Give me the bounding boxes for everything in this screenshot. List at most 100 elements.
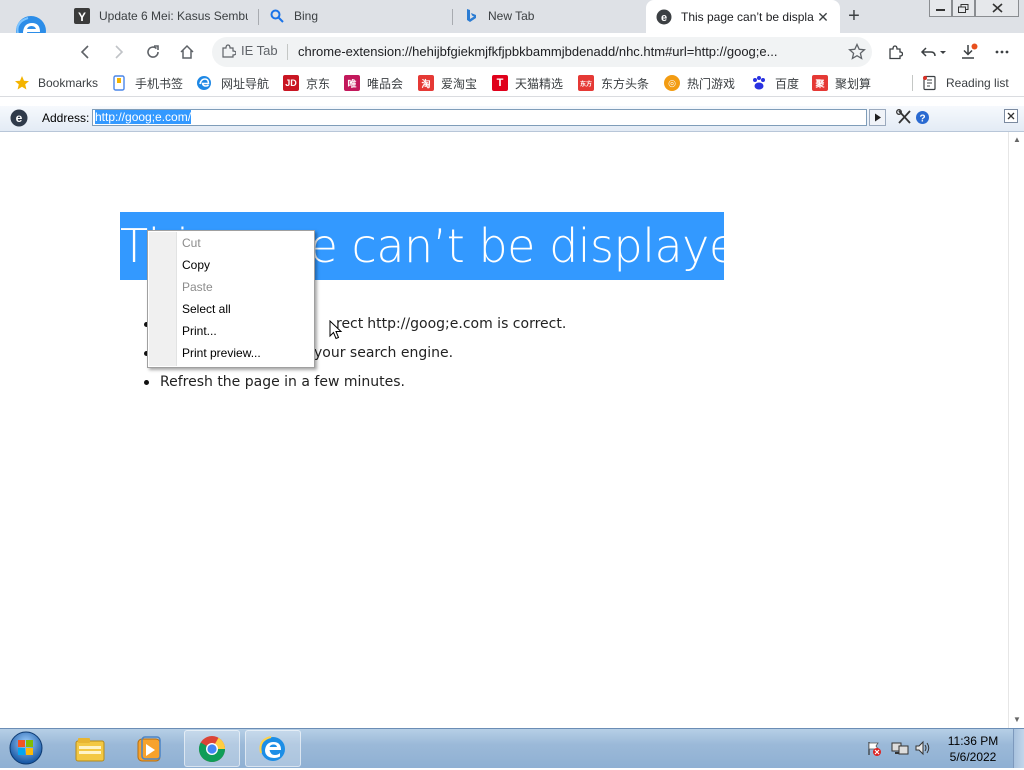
svg-text:Y: Y (78, 10, 86, 24)
tab-bing[interactable]: Bing (259, 0, 452, 32)
ie-go-button[interactable] (869, 109, 886, 126)
bookmark-label: 手机书签 (135, 76, 184, 91)
edge-icon (197, 76, 211, 90)
bullet-text: http://goog;e.com is correct. (367, 316, 567, 332)
context-menu-cut[interactable]: Cut (182, 232, 201, 254)
ie-icon (259, 735, 285, 761)
chrome-icon (198, 735, 226, 762)
tab-yahoo-news[interactable]: Y Update 6 Mei: Kasus Sembu (64, 0, 258, 32)
juhuasuan-icon: 聚 (812, 75, 828, 91)
bookmark-star-button[interactable] (845, 40, 869, 64)
tmall-icon: T (492, 75, 508, 91)
vip-icon: 唯 (344, 75, 360, 91)
menu-button[interactable] (990, 40, 1014, 64)
bookmark-url-nav[interactable]: 网址导航 (196, 73, 269, 93)
taskbar-ie[interactable] (245, 730, 301, 767)
home-button[interactable] (175, 40, 199, 64)
context-menu-print[interactable]: Print... (182, 320, 217, 342)
bookmark-label: 网址导航 (221, 76, 270, 91)
context-menu-gutter (149, 232, 177, 366)
system-clock[interactable]: 11:36 PM 5/6/2022 (938, 733, 1008, 765)
help-icon: ? (916, 111, 929, 125)
bookmark-mobile-bookmarks[interactable]: 手机书签 (112, 73, 183, 93)
undo-icon (920, 47, 946, 57)
close-window-button[interactable] (975, 0, 1019, 17)
context-menu-print-preview[interactable]: Print preview... (182, 342, 261, 364)
extensions-button[interactable] (883, 40, 907, 64)
vertical-scrollbar[interactable]: ▲ ▼ (1008, 132, 1024, 728)
bookmark-label: 唯品会 (367, 76, 404, 91)
svg-text:e: e (16, 111, 23, 125)
context-menu-paste[interactable]: Paste (182, 276, 213, 298)
error-bullet-refresh: Refresh the page in a few minutes. (144, 374, 405, 390)
reload-button[interactable] (141, 40, 165, 64)
new-tab-button[interactable]: + (844, 6, 864, 26)
tray-network-icon[interactable] (891, 740, 909, 759)
scroll-down-arrow-icon[interactable]: ▼ (1009, 714, 1024, 726)
bookmark-bookmarks[interactable]: Bookmarks (14, 73, 98, 93)
bookmark-juhuasuan[interactable]: 聚 聚划算 (812, 73, 871, 93)
bookmark-baidu[interactable]: 百度 (751, 73, 799, 93)
taskbar-chrome[interactable] (184, 730, 240, 767)
star-icon (15, 76, 29, 90)
restore-button[interactable] (952, 0, 975, 17)
scroll-up-arrow-icon[interactable]: ▲ (1009, 134, 1024, 146)
bing-icon (463, 8, 479, 24)
bookmark-dongfang[interactable]: 东方 东方头条 (578, 73, 649, 93)
bookmark-label: 聚划算 (835, 76, 872, 91)
minimize-button[interactable] (929, 0, 952, 17)
ie-address-value: http://goog;e.com/ (95, 110, 192, 124)
tab-title: New Tab (488, 9, 535, 23)
show-desktop-button[interactable] (1013, 729, 1024, 768)
bookmark-label: 京东 (306, 76, 331, 91)
tab-title: Bing (294, 9, 319, 23)
taskbar-explorer[interactable] (62, 730, 118, 767)
extensions-icon (889, 45, 903, 60)
back-button[interactable] (73, 40, 97, 64)
search-icon (269, 8, 285, 24)
bookmark-label: 天猫精选 (515, 76, 564, 91)
tab-close-icon[interactable]: ✕ (816, 10, 830, 24)
baidu-icon (753, 76, 765, 90)
bookmark-hot-games[interactable]: ◎ 热门游戏 (664, 73, 735, 93)
reading-list-button[interactable]: Reading list (922, 73, 1009, 93)
ie-tools-button[interactable] (896, 109, 914, 129)
undo-dropdown-button[interactable] (917, 40, 949, 64)
url-text[interactable]: chrome-extension://hehijbfgiekmjfkfjpbkb… (298, 44, 834, 59)
bullet-text: your search engine. (314, 345, 454, 361)
bullet-dot (144, 379, 149, 385)
media-player-icon (137, 735, 161, 761)
close-icon (1007, 112, 1015, 120)
clock-time: 11:36 PM (947, 734, 999, 748)
bookmark-label: 东方头条 (601, 76, 650, 91)
context-menu-select-all[interactable]: Select all (182, 298, 231, 320)
play-arrow-icon (874, 113, 881, 122)
bookmark-label: 热门游戏 (687, 76, 736, 91)
downloads-button[interactable] (957, 40, 981, 64)
bookmark-jd[interactable]: JD 京东 (283, 73, 330, 93)
mouse-cursor-icon (329, 319, 343, 344)
star-outline-icon (848, 43, 866, 60)
start-button[interactable] (5, 729, 45, 767)
bookmark-label: 爱淘宝 (441, 76, 478, 91)
forward-button[interactable] (107, 40, 131, 64)
ie-help-button[interactable]: ? (915, 110, 930, 128)
ie-address-input[interactable]: http://goog;e.com/ (92, 109, 867, 126)
bookmark-vip[interactable]: 唯 唯品会 (344, 73, 403, 93)
ie-icon: e (656, 9, 672, 25)
home-icon (180, 44, 194, 59)
bookmark-taobao[interactable]: 淘 爱淘宝 (418, 73, 477, 93)
tab-active-error-page[interactable]: e This page can’t be displa ✕ (646, 0, 840, 33)
bookmark-tmall[interactable]: T 天猫精选 (492, 73, 563, 93)
bookmarks-divider (912, 75, 913, 91)
context-menu-copy[interactable]: Copy (182, 254, 210, 276)
tray-action-center-icon[interactable] (866, 740, 882, 759)
tab-new-tab[interactable]: New Tab (453, 0, 646, 32)
svg-text:e: e (661, 12, 667, 24)
ie-close-button[interactable] (1004, 109, 1018, 123)
taskbar-media-player[interactable] (122, 730, 178, 767)
ie-tab-chip[interactable]: IE Tab (221, 43, 278, 58)
reading-list-label: Reading list (946, 76, 1009, 90)
tools-icon (896, 109, 911, 124)
tray-volume-icon[interactable] (914, 740, 932, 759)
